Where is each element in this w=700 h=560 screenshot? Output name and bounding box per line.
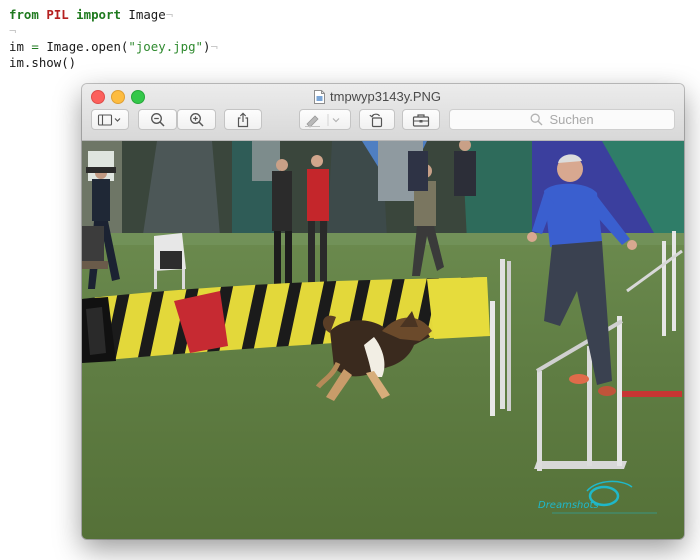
zoom-out-button[interactable]: [138, 109, 177, 130]
minimize-button[interactable]: [111, 90, 125, 104]
toolbox-icon: [412, 113, 430, 127]
markup-button[interactable]: [299, 109, 351, 130]
code-line-3[interactable]: im = Image.open("joey.jpg")¬: [9, 39, 218, 55]
search-icon: [531, 113, 543, 126]
sidebar-icon: [97, 113, 121, 126]
newline-marker: ¬: [9, 23, 17, 38]
chevron-down-icon: [332, 117, 340, 122]
sidebar-button[interactable]: [91, 109, 129, 130]
rotate-icon: [369, 113, 383, 127]
document-icon: [314, 89, 325, 104]
zoom-in-button[interactable]: [177, 109, 216, 130]
watermark-text: Dreamshots: [538, 500, 599, 511]
newline-marker: ¬: [165, 7, 174, 22]
search-placeholder: Suchen: [549, 112, 594, 127]
module-name: PIL: [46, 7, 69, 22]
keyword-from: from: [9, 7, 39, 22]
toolbox-button[interactable]: [402, 109, 440, 130]
photo-canvas[interactable]: Dreamshots: [82, 141, 684, 539]
search-field[interactable]: Suchen: [449, 109, 675, 130]
code-line-1[interactable]: from PIL import Image¬: [9, 7, 218, 23]
window-titlebar[interactable]: tmpwyp3143y.PNG Suchen: [82, 84, 684, 141]
zoom-out-icon: [150, 112, 165, 127]
variable-im: im: [9, 39, 24, 54]
keyword-import: import: [76, 7, 121, 22]
code-editor[interactable]: from PIL import Image¬ ¬ im = Image.open…: [9, 7, 218, 71]
code-line-2[interactable]: ¬: [9, 23, 218, 39]
newline-marker: ¬: [210, 39, 218, 54]
imported-name: Image: [128, 7, 166, 22]
share-icon: [237, 111, 249, 127]
code-line-4[interactable]: im.show(): [9, 55, 218, 71]
maximize-button[interactable]: [131, 90, 145, 104]
open-call: Image.open(: [46, 39, 129, 54]
window-title-text: tmpwyp3143y.PNG: [330, 89, 442, 104]
share-button[interactable]: [224, 109, 262, 130]
close-button[interactable]: [91, 90, 105, 104]
preview-window[interactable]: tmpwyp3143y.PNG Suchen Dreamshots: [82, 84, 684, 539]
rotate-button[interactable]: [359, 109, 395, 130]
window-title: tmpwyp3143y.PNG: [314, 88, 441, 105]
filename-string: "joey.jpg": [128, 39, 203, 54]
zoom-in-icon: [189, 112, 204, 127]
assign-operator: =: [31, 39, 39, 54]
markup-pen-icon: [305, 113, 329, 128]
show-call: im.show(): [9, 55, 77, 70]
